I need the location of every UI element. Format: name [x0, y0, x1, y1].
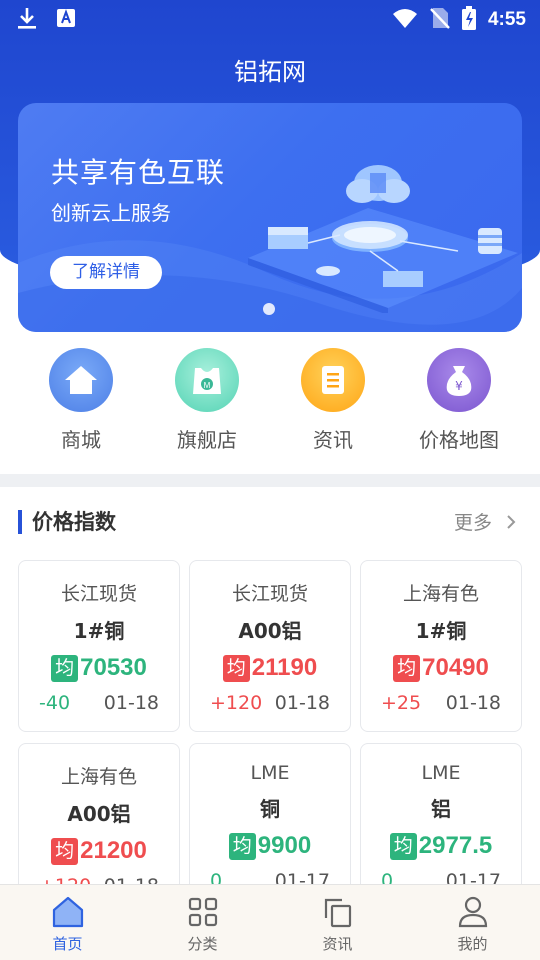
card-product: 1#铜	[415, 619, 467, 643]
tab-news[interactable]: 资讯	[270, 885, 405, 960]
more-label: 更多	[453, 512, 492, 534]
battery-icon	[461, 6, 476, 34]
carousel-indicator[interactable]	[263, 303, 275, 315]
tab-profile[interactable]: 我的	[405, 885, 540, 960]
card-price-row: 均 70490	[361, 654, 521, 682]
tab-home[interactable]: 首页	[0, 885, 135, 960]
bottom-tab-bar: 首页 分类 资讯 我的	[0, 884, 540, 960]
font-app-icon	[56, 8, 76, 32]
quick-nav-flagship-store[interactable]: M 旗舰店	[147, 348, 267, 453]
card-product: 1#铜	[73, 619, 125, 643]
average-tag: 均	[51, 837, 79, 865]
cloud-server-illustration	[228, 143, 522, 317]
card-price: 2977.5	[418, 832, 493, 859]
card-price-row: 均 2977.5	[361, 832, 521, 860]
card-price: 70530	[80, 654, 147, 681]
card-price-row: 均 9900	[190, 832, 350, 860]
card-product: A00铝	[67, 802, 131, 826]
news-icon	[301, 348, 365, 412]
grid-icon	[135, 895, 270, 929]
card-date: 01-18	[445, 692, 501, 714]
more-link[interactable]: 更多	[454, 508, 518, 535]
card-price: 9900	[257, 832, 312, 859]
section-divider	[0, 474, 540, 487]
app-title: 铝拓网	[234, 58, 306, 86]
tab-category[interactable]: 分类	[135, 885, 270, 960]
quick-nav-price-map[interactable]: ¥ 价格地图	[399, 348, 519, 453]
card-product: 铝	[431, 797, 451, 821]
status-time: 4:55	[487, 9, 526, 30]
card-footer: +25 01-18	[361, 692, 521, 714]
card-price-row: 均 21190	[190, 654, 350, 682]
price-index-header: 价格指数 更多	[18, 506, 522, 538]
wifi-icon	[392, 7, 418, 33]
quick-nav-news[interactable]: 资讯	[273, 348, 393, 453]
card-market: LME	[421, 762, 461, 784]
card-market: 上海有色	[402, 583, 479, 605]
card-change: +25	[381, 692, 422, 714]
quick-nav-label: 旗舰店	[177, 428, 237, 452]
section-accent-bar	[18, 510, 22, 534]
quick-nav: 商城 M 旗舰店 资讯 ¥ 价格地图	[0, 348, 540, 458]
card-footer: +120 01-18	[190, 692, 350, 714]
money-bag-icon: ¥	[427, 348, 491, 412]
quick-nav-mall[interactable]: 商城	[21, 348, 141, 453]
banner-title: 共享有色互联	[51, 156, 226, 189]
no-sim-icon	[430, 6, 450, 34]
card-market: LME	[250, 762, 290, 784]
card-product: A00铝	[238, 619, 302, 643]
promo-banner[interactable]: 共享有色互联 创新云上服务 了解详情	[18, 103, 522, 332]
quick-nav-label: 商城	[61, 428, 101, 452]
average-tag: 均	[51, 654, 79, 682]
card-footer: -40 01-18	[19, 692, 179, 714]
average-tag: 均	[228, 832, 256, 860]
tab-label: 我的	[457, 935, 488, 953]
learn-more-button[interactable]: 了解详情	[50, 256, 162, 289]
quick-nav-label: 资讯	[313, 428, 353, 452]
status-bar: 4:55	[0, 0, 540, 36]
average-tag: 均	[222, 654, 250, 682]
tab-label: 资讯	[322, 935, 353, 953]
card-market: 长江现货	[231, 583, 308, 605]
price-card[interactable]: 长江现货 1#铜均 70530 -40 01-18	[18, 560, 180, 732]
shopping-bag-icon: M	[175, 348, 239, 412]
card-price: 21200	[80, 837, 147, 864]
chevron-right-icon	[507, 515, 516, 529]
card-price-row: 均 70530	[19, 654, 179, 682]
average-tag: 均	[389, 832, 417, 860]
copy-icon	[270, 895, 405, 929]
user-icon	[405, 895, 540, 929]
tab-label: 首页	[52, 935, 83, 953]
home-icon	[49, 348, 113, 412]
home-tab-icon	[0, 895, 135, 929]
card-price: 21190	[251, 654, 318, 681]
tab-label: 分类	[187, 935, 218, 953]
card-market: 长江现货	[60, 583, 137, 605]
section-title: 价格指数	[32, 510, 116, 534]
download-icon	[16, 6, 38, 34]
price-card[interactable]: 上海有色 1#铜均 70490 +25 01-18	[360, 560, 522, 732]
card-date: 01-18	[274, 692, 330, 714]
quick-nav-label: 价格地图	[419, 428, 499, 452]
banner-subtitle: 创新云上服务	[51, 201, 171, 225]
price-card[interactable]: 长江现货 A00铝均 21190 +120 01-18	[189, 560, 351, 732]
card-product: 铜	[260, 797, 280, 821]
card-change: -40	[39, 692, 71, 714]
card-market: 上海有色	[60, 766, 137, 788]
card-date: 01-18	[103, 692, 159, 714]
card-price: 70490	[422, 654, 489, 681]
card-price-row: 均 21200	[19, 837, 179, 865]
svg-text:M: M	[204, 381, 211, 390]
svg-text:¥: ¥	[455, 379, 463, 393]
average-tag: 均	[393, 654, 421, 682]
card-change: +120	[210, 692, 263, 714]
